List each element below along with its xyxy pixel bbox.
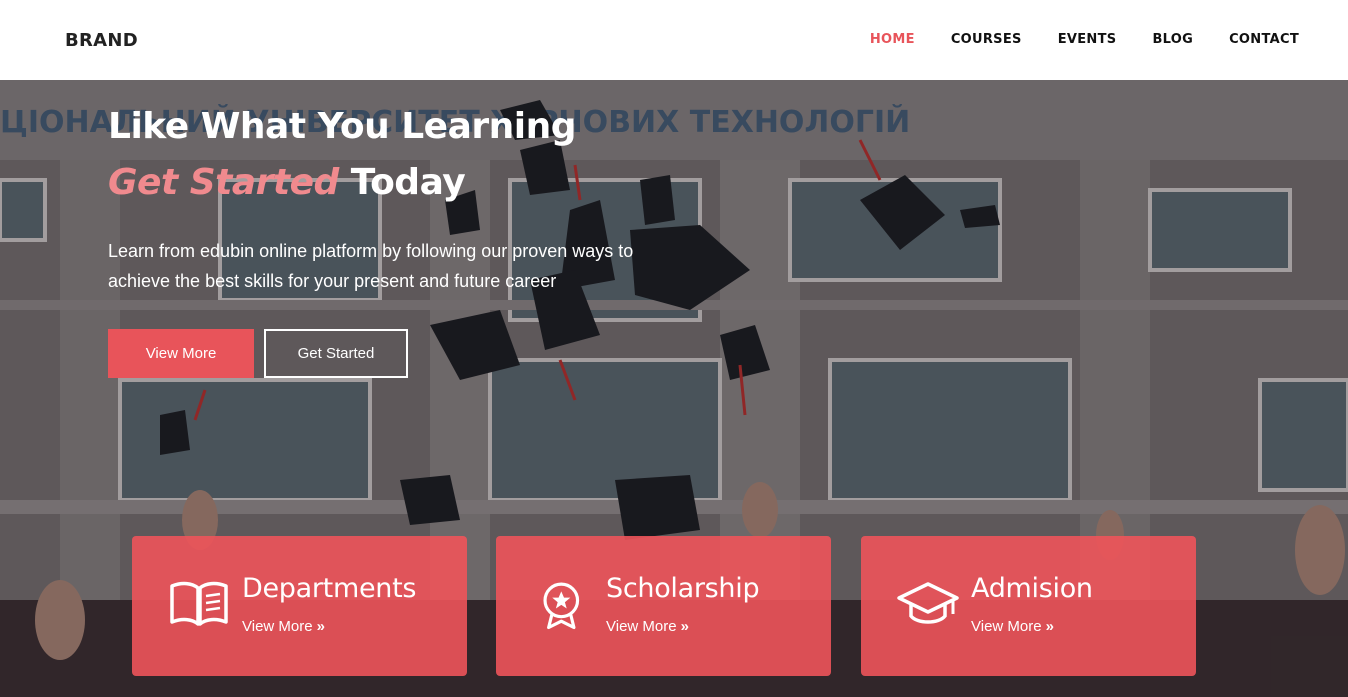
card-link-label: View More [971,618,1042,635]
open-book-icon [170,581,228,626]
departments-card[interactable]: Departments View More» [132,536,467,676]
card-title-scholarship: Scholarship [606,573,760,604]
award-medal-icon [543,582,580,630]
double-chevron-right-icon: » [680,618,689,635]
hero-headline-accent: Get Started [108,162,339,203]
double-chevron-right-icon: » [1045,618,1054,635]
view-more-button[interactable]: View More [108,329,254,378]
hero-headline-rest: Today [350,162,466,203]
main-nav: HOME COURSES EVENTS BLOG CONTACT [870,32,1299,47]
navbar: BRAND HOME COURSES EVENTS BLOG CONTACT [0,0,1348,80]
card-title-departments: Departments [242,573,417,604]
double-chevron-right-icon: » [316,618,325,635]
card-link-label: View More [606,618,677,635]
brand-logo[interactable]: BRAND [65,30,138,51]
nav-item-events[interactable]: EVENTS [1058,32,1117,47]
admission-card[interactable]: Admision View More» [861,536,1196,676]
graduation-cap-icon [897,582,959,624]
hero-description: Learn from edubin online platform by fol… [108,241,634,291]
nav-item-courses[interactable]: COURSES [951,32,1022,47]
hero-section: ЦІОНАЛЬНИЙ УНІВЕРСИТЕТ ХАРЧОВИХ ТЕХНОЛОГ… [0,80,1348,697]
nav-item-contact[interactable]: CONTACT [1229,32,1299,47]
card-link-admission[interactable]: View More» [971,618,1054,635]
card-link-label: View More [242,618,313,635]
hero-headline: Like What You Learning [108,106,577,147]
card-title-admission: Admision [971,573,1093,604]
card-link-scholarship[interactable]: View More» [606,618,689,635]
scholarship-card[interactable]: Scholarship View More» [496,536,831,676]
card-link-departments[interactable]: View More» [242,618,325,635]
nav-item-home[interactable]: HOME [870,32,915,47]
get-started-button[interactable]: Get Started [264,329,408,378]
nav-item-blog[interactable]: BLOG [1152,32,1193,47]
hero-headline-secondary: Get Started Today [108,162,466,203]
